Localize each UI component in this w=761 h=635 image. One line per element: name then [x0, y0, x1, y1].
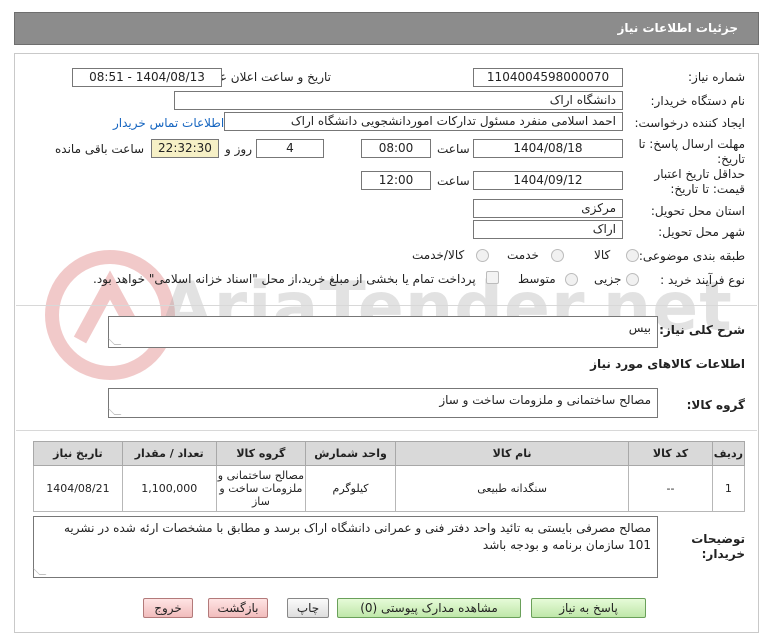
page-title: جزئیات اطلاعات نیاز [617, 21, 738, 35]
province-field: مرکزی [473, 199, 623, 218]
city-field: اراک [473, 220, 623, 239]
cell-index: 1 [711, 465, 746, 512]
category-label: طبقه بندی موضوعی: [638, 249, 745, 263]
deadline-time-field: 08:00 [361, 139, 431, 158]
goods-info-title: اطلاعات کالاهای مورد نیاز [590, 357, 745, 371]
col-date: تاریخ نیاز [33, 441, 123, 466]
buyer-contact-link[interactable]: اطلاعات تماس خریدار [113, 115, 224, 131]
summary-field[interactable]: بیس [107, 316, 658, 348]
province-label: استان محل تحویل: [650, 204, 745, 218]
process-label: نوع فرآیند خرید : [660, 273, 745, 287]
category-radio-goods[interactable] [626, 249, 639, 262]
creator-field: احمد اسلامی منفرد مسئول تدارکات اموردانش… [224, 112, 623, 131]
validity-time-label: ساعت [437, 174, 470, 188]
days-field: 4 [256, 139, 324, 158]
buyer-notes-label-2: خریدار: [701, 547, 745, 561]
deadline-date-field: 1404/08/18 [473, 139, 623, 158]
deadline-label: مهلت ارسال پاسخ: تا [638, 137, 745, 151]
resize-grip-icon[interactable] [107, 338, 122, 345]
validity-time-field: 12:00 [361, 171, 431, 190]
remaining-label: ساعت باقی مانده [55, 142, 145, 156]
process-radio-small[interactable] [626, 273, 639, 286]
cell-unit: کیلوگرم [305, 465, 396, 512]
buyer-notes-text: مصالح مصرفی بایستی به تائید واحد دفتر فن… [63, 521, 651, 552]
cell-code: -- [628, 465, 713, 512]
process-radio-medium[interactable] [565, 273, 578, 286]
summary-text: بیس [628, 321, 651, 335]
category-radio-service[interactable] [551, 249, 564, 262]
print-button[interactable]: چاپ [287, 598, 329, 618]
buyer-org-label: نام دستگاه خریدار: [650, 94, 746, 108]
category-option-goods: کالا [594, 248, 611, 262]
treasury-payment-checkbox[interactable] [486, 271, 499, 284]
reply-button[interactable]: پاسخ به نیاز [531, 598, 646, 618]
cell-name: سنگدانه طبیعی [394, 465, 630, 512]
col-index: ردیف [711, 441, 746, 466]
days-label: روز و [225, 142, 252, 156]
divider [16, 430, 757, 431]
table-header-row: ردیف کد کالا نام کالا واحد شمارش گروه کا… [33, 441, 746, 466]
goods-group-label: گروه کالا: [686, 398, 745, 412]
city-label: شهر محل تحویل: [658, 225, 745, 239]
col-code: کد کالا [628, 441, 713, 466]
need-number-field: 1104004598000070 [473, 68, 623, 87]
cell-group: مصالح ساختمانی و ملزومات ساخت و ساز [215, 465, 307, 512]
divider [16, 305, 757, 306]
resize-grip-icon[interactable] [107, 408, 122, 415]
deadline-time-label: ساعت [437, 142, 470, 156]
creator-label: ایجاد کننده درخواست: [634, 116, 745, 130]
category-option-goods-service: کالا/خدمت [412, 248, 465, 262]
cell-date: 1404/08/21 [33, 465, 123, 512]
treasury-payment-note: پرداخت تمام یا بخشی از مبلغ خرید،از محل … [93, 272, 476, 286]
back-button[interactable]: بازگشت [208, 598, 268, 618]
validity-label-2: قیمت: تا تاریخ: [670, 182, 745, 196]
process-option-small: جزیی [594, 272, 622, 286]
validity-label: حداقل تاریخ اعتبار [654, 167, 745, 181]
goods-group-text: مصالح ساختمانی و ملزومات ساخت و ساز [439, 393, 651, 407]
cell-qty: 1,100,000 [121, 465, 217, 512]
summary-label: شرح کلی نیاز: [659, 323, 745, 337]
col-group: گروه کالا [215, 441, 307, 466]
validity-date-field: 1404/09/12 [473, 171, 623, 190]
remaining-time-field: 22:32:30 [151, 139, 219, 158]
exit-button[interactable]: خروج [143, 598, 193, 618]
announce-field: 1404/08/13 - 08:51 [72, 68, 222, 87]
col-unit: واحد شمارش [305, 441, 396, 466]
col-name: نام کالا [394, 441, 630, 466]
table-row: 1 -- سنگدانه طبیعی کیلوگرم مصالح ساختمان… [33, 465, 746, 512]
goods-table: ردیف کد کالا نام کالا واحد شمارش گروه کا… [33, 441, 746, 512]
view-docs-button[interactable]: مشاهده مدارک پیوستی (0) [337, 598, 521, 618]
page-header: جزئیات اطلاعات نیاز [14, 12, 759, 45]
category-option-service: خدمت [507, 248, 539, 262]
resize-grip-icon[interactable] [32, 568, 47, 575]
category-radio-goods-service[interactable] [476, 249, 489, 262]
buyer-notes-label: توضیحات [691, 532, 745, 546]
col-qty: تعداد / مقدار [121, 441, 217, 466]
need-details-page: جزئیات اطلاعات نیاز AriaTender.net شماره… [0, 0, 761, 635]
buyer-notes-field[interactable]: مصالح مصرفی بایستی به تائید واحد دفتر فن… [32, 516, 658, 578]
need-number-label: شماره نیاز: [688, 70, 745, 84]
buyer-org-field: دانشگاه اراک [174, 91, 623, 110]
goods-group-field[interactable]: مصالح ساختمانی و ملزومات ساخت و ساز [107, 388, 658, 418]
deadline-label-2: تاریخ: [717, 152, 745, 166]
process-option-medium: متوسط [518, 272, 556, 286]
